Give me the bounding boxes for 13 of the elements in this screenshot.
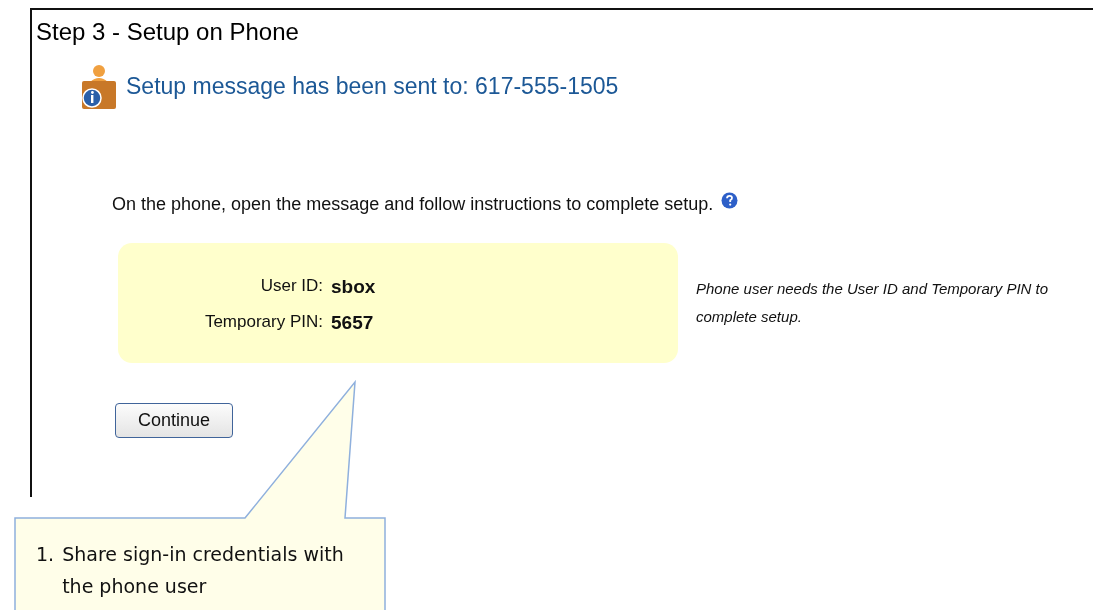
continue-button[interactable]: Continue (115, 403, 234, 438)
credential-value: sbox (331, 276, 377, 298)
callout-text: Share sign-in credentials with the phone user (62, 542, 345, 599)
page-title: Step 3 - Setup on Phone (36, 17, 300, 46)
user-info-icon (80, 64, 118, 110)
status-message: Setup message has been sent to: 617-555-1505 (126, 73, 619, 100)
note-text: Phone user needs the User ID and Temporary PIN to complete setup. (696, 279, 1050, 327)
credential-label: User ID: (259, 276, 323, 297)
callout-number: 1. (36, 542, 55, 567)
instruction-text: On the phone, open the message and follow instructions to complete setup. (112, 194, 714, 215)
credential-label: Temporary PIN: (203, 312, 323, 333)
help-icon[interactable] (721, 192, 739, 209)
credential-value: 5657 (331, 312, 375, 334)
